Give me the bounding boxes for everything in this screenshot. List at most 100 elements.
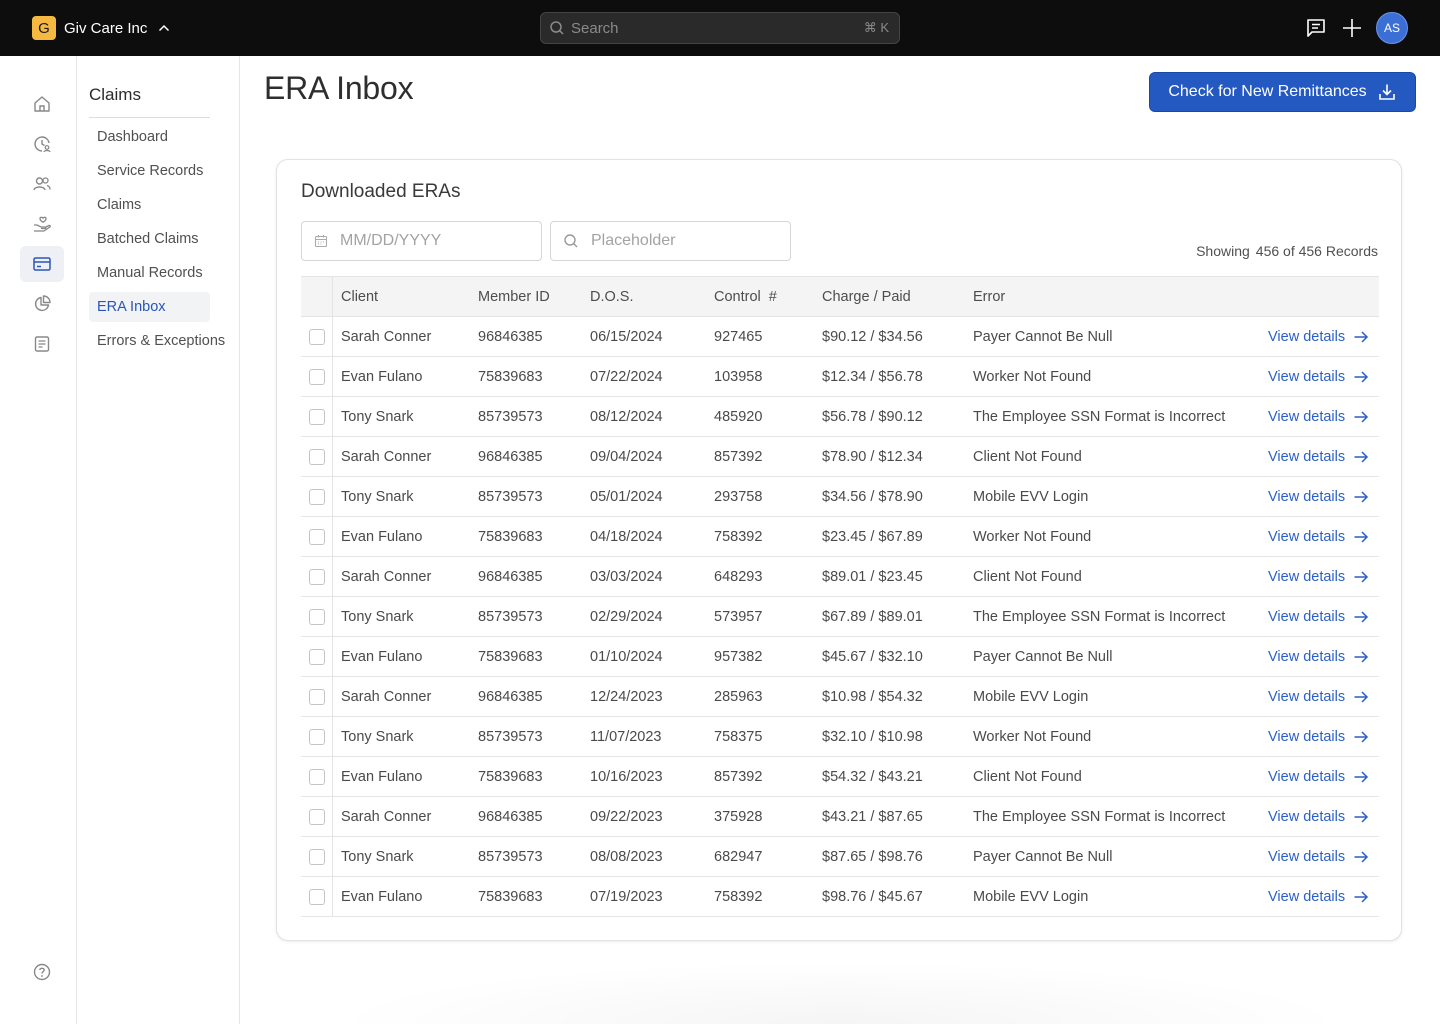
messages-button[interactable]: [1300, 12, 1332, 44]
row-checkbox-cell: [301, 597, 333, 636]
cell-error: Worker Not Found: [973, 728, 1092, 745]
subnav-item-errors-exceptions[interactable]: Errors & Exceptions: [89, 326, 225, 356]
cell-client: Evan Fulano: [341, 888, 423, 905]
table-search-input[interactable]: [591, 232, 771, 250]
subnav-item-manual-records[interactable]: Manual Records: [89, 258, 210, 288]
cell-client: Sarah Conner: [341, 448, 432, 465]
date-filter-input[interactable]: [340, 232, 520, 250]
chevron-up-icon: [157, 21, 171, 35]
row-checkbox-cell: [301, 357, 333, 396]
cell-charge-paid: $43.21 / $87.65: [822, 808, 923, 825]
subnav-item-era-inbox[interactable]: ERA Inbox: [89, 292, 210, 322]
row-checkbox[interactable]: [308, 408, 325, 425]
cell-error: Client Not Found: [973, 768, 1082, 785]
cell-client: Tony Snark: [341, 408, 414, 425]
view-details-label: View details: [1268, 568, 1346, 585]
table-row: Tony Snark 85739573 05/01/2024 293758 $3…: [301, 477, 1379, 517]
row-checkbox[interactable]: [308, 848, 325, 865]
rail-billing[interactable]: [20, 246, 64, 282]
billing-card-icon: [32, 254, 52, 274]
row-checkbox[interactable]: [308, 568, 325, 585]
global-search[interactable]: ⌘ K: [540, 12, 900, 44]
row-checkbox[interactable]: [308, 728, 325, 745]
row-checkbox[interactable]: [308, 808, 325, 825]
cell-member-id: 75839683: [478, 648, 543, 665]
subnav-item-batched-claims[interactable]: Batched Claims: [89, 224, 210, 254]
column-header-error[interactable]: Error: [973, 277, 1005, 316]
row-checkbox[interactable]: [308, 768, 325, 785]
view-details-link[interactable]: View details: [1268, 757, 1369, 796]
row-checkbox[interactable]: [308, 648, 325, 665]
row-checkbox[interactable]: [308, 888, 325, 905]
rail-care[interactable]: [20, 206, 64, 242]
cell-charge-paid: $32.10 / $10.98: [822, 728, 923, 745]
view-details-label: View details: [1268, 488, 1346, 505]
cell-control: 927465: [714, 328, 763, 345]
rail-help[interactable]: [20, 954, 64, 990]
cell-charge-paid: $10.98 / $54.32: [822, 688, 923, 705]
column-header-member-id[interactable]: Member ID: [478, 277, 550, 316]
rail-people[interactable]: [20, 166, 64, 202]
cell-client: Sarah Conner: [341, 328, 432, 345]
help-icon: [32, 962, 52, 982]
report-icon: [32, 334, 52, 354]
cell-member-id: 96846385: [478, 808, 543, 825]
cell-client: Sarah Conner: [341, 568, 432, 585]
rail-analytics[interactable]: [20, 286, 64, 322]
page-title: ERA Inbox: [264, 70, 414, 106]
row-checkbox[interactable]: [308, 488, 325, 505]
column-header-control[interactable]: Control #: [714, 277, 777, 316]
user-avatar[interactable]: AS: [1376, 12, 1408, 44]
cell-control: 285963: [714, 688, 763, 705]
rail-home[interactable]: [20, 86, 64, 122]
cell-dos: 01/10/2024: [590, 648, 663, 665]
table-search[interactable]: [550, 221, 791, 261]
view-details-link[interactable]: View details: [1268, 837, 1369, 876]
cell-dos: 04/18/2024: [590, 528, 663, 545]
view-details-link[interactable]: View details: [1268, 877, 1369, 916]
subnav-item-claims[interactable]: Claims: [89, 190, 210, 220]
column-header-dos[interactable]: D.O.S.: [590, 277, 634, 316]
column-header-charge-paid[interactable]: Charge / Paid: [822, 277, 911, 316]
view-details-link[interactable]: View details: [1268, 517, 1369, 556]
row-checkbox[interactable]: [308, 688, 325, 705]
arrow-right-icon: [1353, 649, 1369, 665]
global-search-input[interactable]: [571, 19, 864, 37]
view-details-link[interactable]: View details: [1268, 437, 1369, 476]
arrow-right-icon: [1353, 569, 1369, 585]
org-switcher[interactable]: G Giv Care Inc: [32, 16, 171, 40]
row-checkbox[interactable]: [308, 528, 325, 545]
row-checkbox-cell: [301, 317, 333, 356]
rail-visits[interactable]: [20, 126, 64, 162]
subnav-item-dashboard[interactable]: Dashboard: [89, 122, 210, 152]
view-details-link[interactable]: View details: [1268, 717, 1369, 756]
view-details-link[interactable]: View details: [1268, 677, 1369, 716]
view-details-link[interactable]: View details: [1268, 477, 1369, 516]
date-filter[interactable]: [301, 221, 542, 261]
arrow-right-icon: [1353, 369, 1369, 385]
table-header: Client Member ID D.O.S. Control # Charge…: [301, 276, 1379, 317]
cell-control: 375928: [714, 808, 763, 825]
cell-control: 293758: [714, 488, 763, 505]
arrow-right-icon: [1353, 889, 1369, 905]
cell-member-id: 75839683: [478, 368, 543, 385]
view-details-link[interactable]: View details: [1268, 637, 1369, 676]
view-details-link[interactable]: View details: [1268, 557, 1369, 596]
view-details-link[interactable]: View details: [1268, 397, 1369, 436]
cell-member-id: 96846385: [478, 328, 543, 345]
check-remittances-button[interactable]: Check for New Remittances: [1149, 72, 1416, 112]
subnav-item-service-records[interactable]: Service Records: [89, 156, 210, 186]
row-checkbox[interactable]: [308, 368, 325, 385]
row-checkbox[interactable]: [308, 448, 325, 465]
view-details-link[interactable]: View details: [1268, 357, 1369, 396]
view-details-link[interactable]: View details: [1268, 317, 1369, 356]
rail-reports[interactable]: [20, 326, 64, 362]
cell-dos: 11/07/2023: [590, 728, 662, 745]
cell-dos: 09/04/2024: [590, 448, 663, 465]
create-button[interactable]: [1336, 12, 1368, 44]
view-details-link[interactable]: View details: [1268, 597, 1369, 636]
row-checkbox[interactable]: [308, 608, 325, 625]
row-checkbox[interactable]: [308, 328, 325, 345]
column-header-client[interactable]: Client: [341, 277, 378, 316]
view-details-link[interactable]: View details: [1268, 797, 1369, 836]
